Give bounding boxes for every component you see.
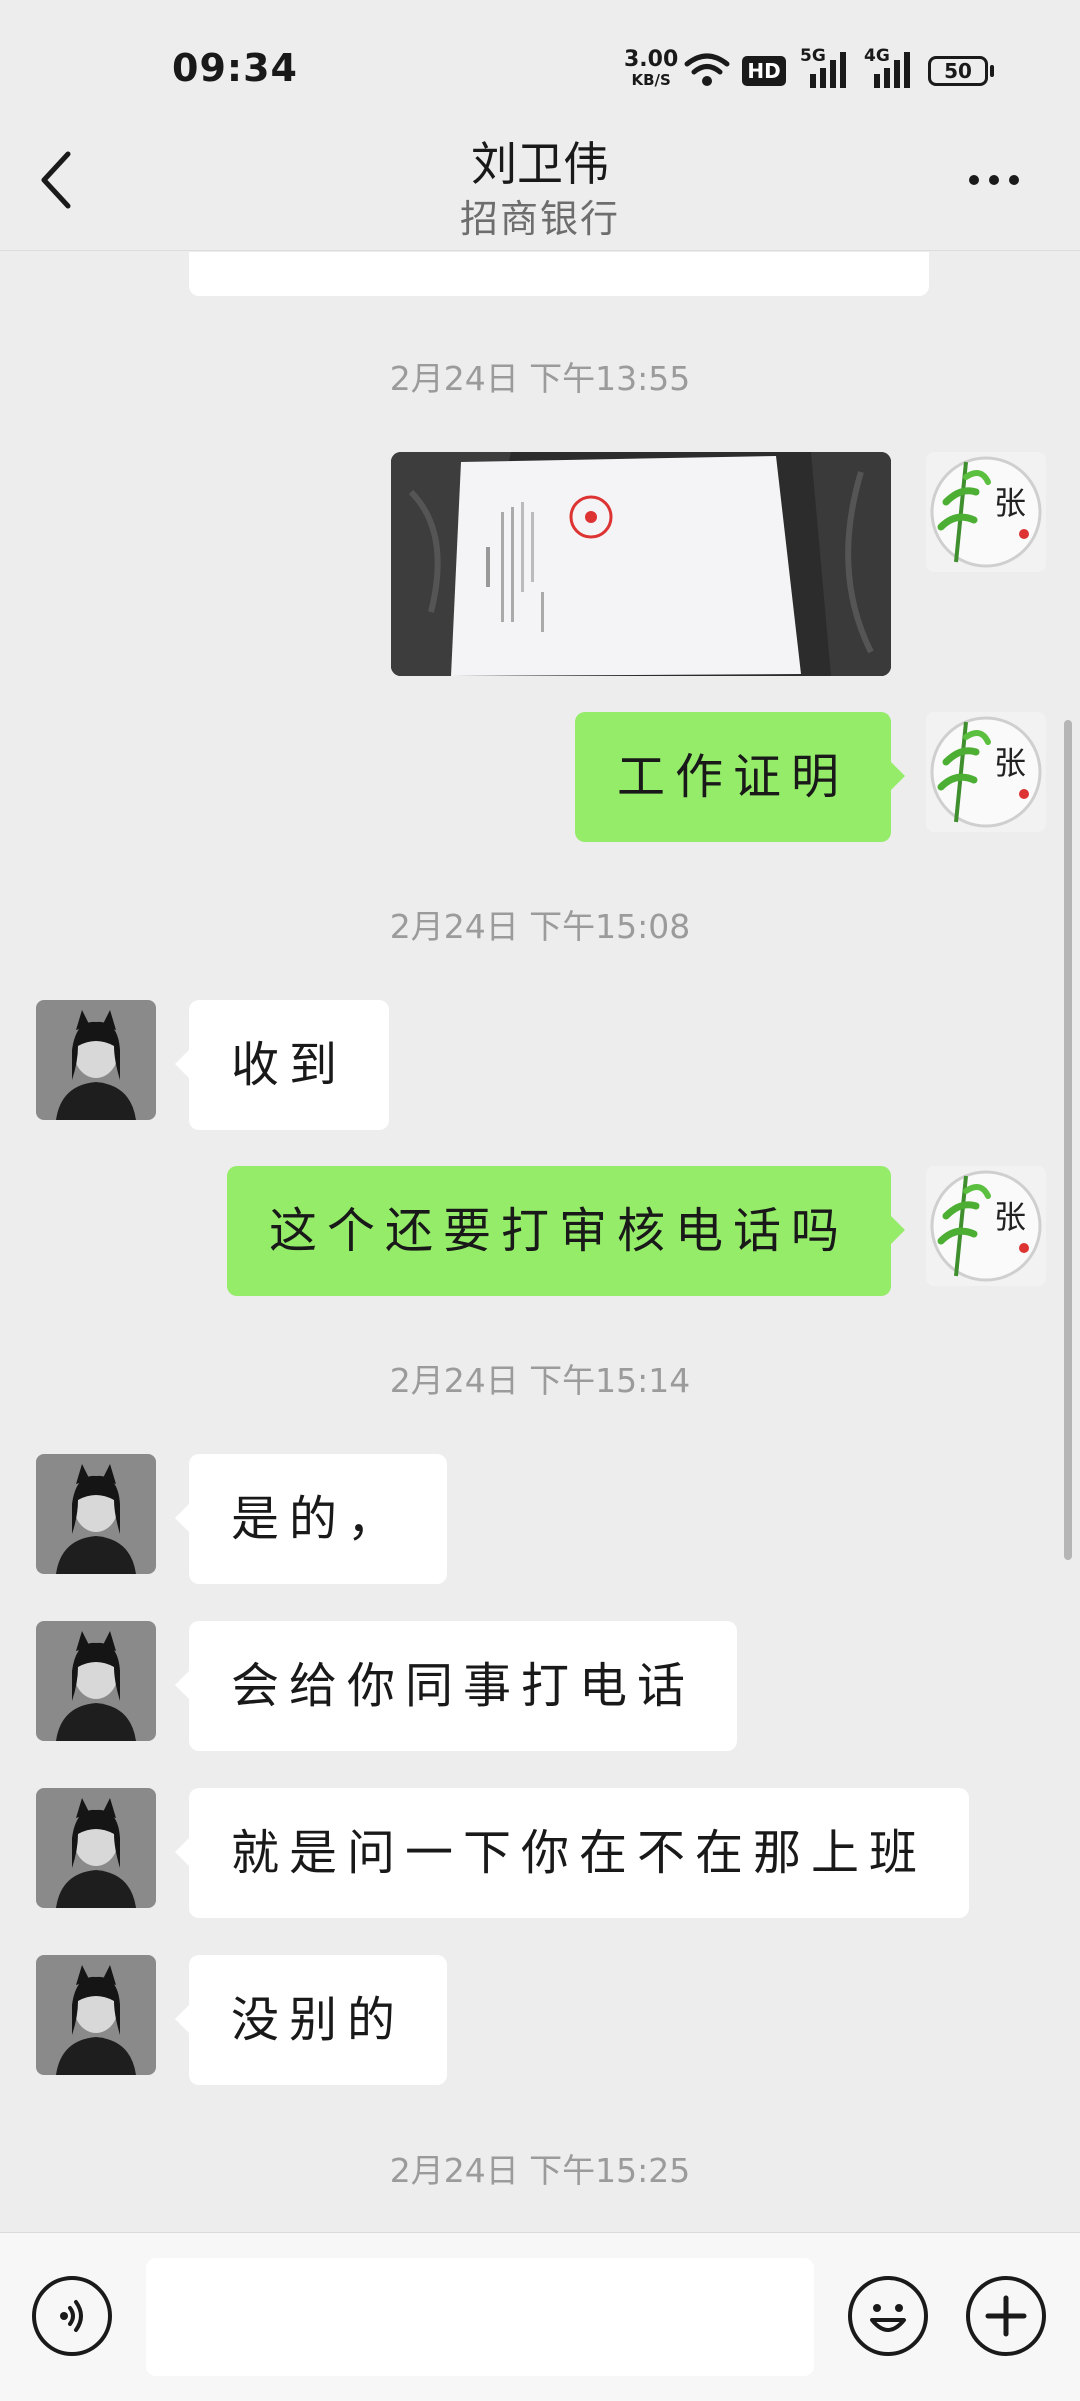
previous-message-bubble[interactable]	[189, 252, 929, 296]
signal-5g-icon: 5G	[800, 46, 850, 90]
signal-5g-label: 5G	[800, 46, 826, 66]
incoming-message[interactable]: 没别的	[174, 1955, 448, 2085]
bamboo-avatar-icon: 张	[926, 712, 1046, 832]
more-button[interactable]	[966, 170, 1022, 190]
incoming-message[interactable]: 是的，	[174, 1454, 448, 1584]
my-avatar[interactable]: 张	[926, 712, 1046, 832]
person-avatar-icon	[36, 1454, 156, 1574]
network-speed-value: 3.00	[624, 47, 679, 72]
contact-avatar[interactable]	[36, 1788, 156, 1908]
my-avatar[interactable]: 张	[926, 452, 1046, 572]
chat-title: 刘卫伟	[471, 137, 609, 191]
outgoing-message[interactable]: 这个还要打审核电话吗	[226, 1166, 906, 1296]
person-avatar-icon	[36, 1955, 156, 2075]
emoji-icon	[870, 2304, 906, 2332]
document-photo	[391, 452, 891, 676]
network-speed-unit: KB/S	[631, 71, 671, 89]
person-avatar-icon	[36, 1000, 156, 1120]
incoming-message[interactable]: 会给你同事打电话	[174, 1621, 738, 1751]
plus-button[interactable]	[966, 2276, 1046, 2356]
incoming-message[interactable]: 就是问一下你在不在那上班	[174, 1788, 970, 1918]
timestamp: 2月24日 下午15:08	[389, 907, 691, 946]
incoming-message[interactable]: 收到	[174, 1000, 390, 1130]
contact-avatar[interactable]	[36, 1454, 156, 1574]
timestamp: 2月24日 下午13:55	[389, 359, 691, 398]
contact-avatar[interactable]	[36, 1955, 156, 2075]
emoji-button[interactable]	[848, 2276, 928, 2356]
timestamp: 2月24日 下午15:25	[389, 2151, 691, 2190]
image-message[interactable]	[391, 452, 891, 676]
svg-text:张: 张	[994, 484, 1026, 522]
chat-scrollbar[interactable]	[1064, 720, 1072, 1560]
contact-avatar[interactable]	[36, 1621, 156, 1741]
voice-button[interactable]	[32, 2276, 112, 2356]
plus-icon	[985, 2295, 1027, 2337]
chat-subtitle: 招商银行	[459, 197, 620, 241]
message-input[interactable]	[146, 2258, 814, 2376]
timestamp: 2月24日 下午15:14	[389, 1361, 691, 1400]
status-time: 09:34	[172, 46, 298, 90]
outgoing-message[interactable]: 工作证明	[574, 712, 906, 842]
battery-level: 50	[944, 59, 972, 83]
voice-icon	[60, 2300, 83, 2332]
person-avatar-icon	[36, 1621, 156, 1741]
network-speed: 3.00 KB/S	[624, 47, 679, 90]
signal-4g-label: 4G	[864, 46, 890, 66]
wifi-icon	[684, 53, 730, 86]
svg-text:张: 张	[994, 1198, 1026, 1236]
hd-badge: HD	[742, 56, 786, 86]
my-avatar[interactable]: 张	[926, 1166, 1046, 1286]
contact-avatar[interactable]	[36, 1000, 156, 1120]
person-avatar-icon	[36, 1788, 156, 1908]
signal-4g-icon: 4G	[864, 46, 914, 90]
svg-text:张: 张	[994, 744, 1026, 782]
battery-icon: 50	[928, 56, 988, 86]
bamboo-avatar-icon: 张	[926, 452, 1046, 572]
bamboo-avatar-icon: 张	[926, 1166, 1046, 1286]
battery-tip	[990, 65, 994, 77]
